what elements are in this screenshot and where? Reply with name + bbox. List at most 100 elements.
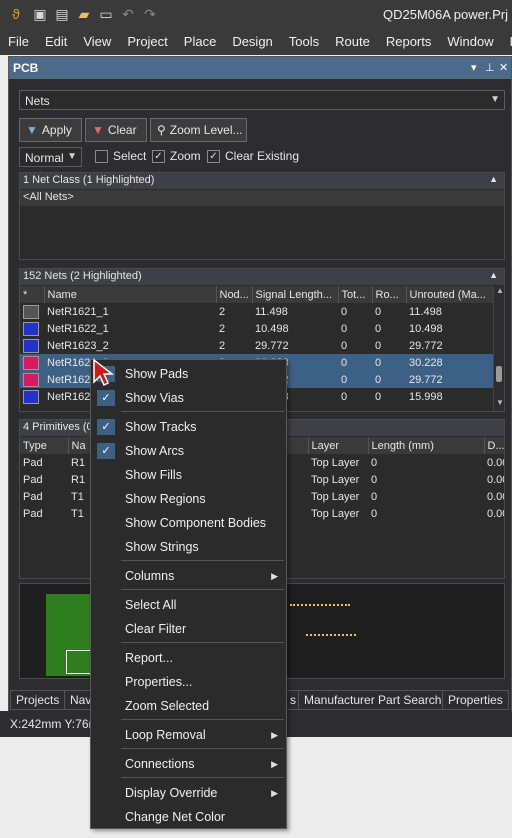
open-folder-icon[interactable]: ▰ bbox=[76, 6, 92, 22]
prim-length: 0 bbox=[371, 473, 378, 486]
zoom-checkbox[interactable]: ✓ Zoom bbox=[152, 149, 201, 163]
menu-item-connections[interactable]: Connections ▶ bbox=[91, 752, 286, 776]
chevron-down-icon: ▼ bbox=[490, 94, 500, 105]
col-total[interactable]: Tot... bbox=[338, 286, 373, 303]
open-document-icon[interactable]: ▭ bbox=[98, 6, 114, 22]
menu-item-show-regions[interactable]: Show Regions bbox=[91, 487, 286, 511]
menu-item-change-net-color[interactable]: Change Net Color bbox=[91, 805, 286, 829]
col-type[interactable]: Type bbox=[20, 437, 69, 454]
cursor-coordinates: X:242mm Y:76m bbox=[10, 717, 99, 731]
save-all-icon[interactable]: ▤ bbox=[54, 6, 70, 22]
panel-header: PCB ▾ ⊥ ✕ bbox=[9, 57, 511, 79]
net-color-cell bbox=[20, 354, 44, 371]
table-row[interactable]: NetR1621_1 2 11.498 0 0 11.498 bbox=[20, 303, 493, 320]
apply-button[interactable]: ▼ Apply bbox=[19, 118, 82, 142]
nets-header: 152 Nets (2 Highlighted) ▲ bbox=[20, 269, 504, 285]
menu-reports[interactable]: Reports bbox=[378, 28, 440, 55]
col-unrouted[interactable]: Unrouted (Ma... bbox=[406, 286, 493, 303]
menu-place[interactable]: Place bbox=[176, 28, 225, 55]
menu-item-label: Show Regions bbox=[125, 492, 206, 506]
clear-existing-checkbox[interactable]: ✓ Clear Existing bbox=[207, 149, 299, 163]
collapse-icon[interactable]: ▲ bbox=[489, 270, 498, 280]
menu-item-show-component-bodies[interactable]: Show Component Bodies bbox=[91, 511, 286, 535]
table-row[interactable]: NetR1623_2 2 29.772 0 0 29.772 bbox=[20, 337, 493, 354]
submenu-arrow-icon: ▶ bbox=[271, 759, 278, 769]
undo-icon[interactable]: ↶ bbox=[120, 6, 136, 22]
select-label: Select bbox=[113, 149, 147, 163]
board-traces bbox=[306, 634, 356, 637]
nets-scrollbar[interactable]: ▲ ▼ bbox=[493, 286, 504, 410]
net-class-item-label: <All Nets> bbox=[23, 191, 74, 203]
tab-projects[interactable]: Projects bbox=[10, 690, 66, 710]
menu-tools[interactable]: Tools bbox=[281, 28, 327, 55]
menu-view[interactable]: View bbox=[75, 28, 119, 55]
panel-menu-icon[interactable]: ▾ bbox=[471, 61, 477, 74]
menu-design[interactable]: Design bbox=[224, 28, 280, 55]
col-layer[interactable]: Layer bbox=[308, 437, 369, 454]
pin-icon[interactable]: ⊥ bbox=[485, 61, 495, 74]
menu-item-show-vias[interactable]: ✓ Show Vias bbox=[91, 386, 286, 410]
clear-filter-icon: ▼ bbox=[92, 123, 104, 137]
net-color-swatch[interactable] bbox=[23, 304, 39, 319]
menu-item-clear-filter[interactable]: Clear Filter bbox=[91, 617, 286, 641]
col-length[interactable]: Length (mm) bbox=[368, 437, 485, 454]
scroll-up-icon[interactable]: ▲ bbox=[496, 286, 504, 295]
menu-item-properties[interactable]: Properties... bbox=[91, 670, 286, 694]
net-signal: 29.772 bbox=[255, 339, 289, 352]
menu-item-label: Show Vias bbox=[125, 391, 184, 405]
net-color-swatch[interactable] bbox=[23, 372, 39, 387]
menu-item-show-tracks[interactable]: ✓ Show Tracks bbox=[91, 415, 286, 439]
scroll-down-icon[interactable]: ▼ bbox=[496, 398, 504, 407]
scroll-thumb[interactable] bbox=[496, 366, 502, 382]
select-checkbox[interactable]: Select bbox=[95, 149, 146, 163]
col-color[interactable]: * bbox=[20, 286, 45, 303]
col-name[interactable]: Name bbox=[44, 286, 217, 303]
menu-separator bbox=[121, 777, 284, 778]
menu-item-show-pads[interactable]: ✓ Show Pads bbox=[91, 362, 286, 386]
mask-mode-select[interactable]: Normal ▼ bbox=[19, 147, 82, 167]
menu-item-show-strings[interactable]: Show Strings bbox=[91, 535, 286, 559]
menu-item-label: Report... bbox=[125, 651, 173, 665]
menu-project[interactable]: Project bbox=[119, 28, 175, 55]
checkmark-icon: ✓ bbox=[97, 443, 115, 459]
net-tot: 0 bbox=[341, 390, 348, 403]
menu-item-columns[interactable]: Columns ▶ bbox=[91, 564, 286, 588]
menu-item-loop-removal[interactable]: Loop Removal ▶ bbox=[91, 723, 286, 747]
menu-item-label: Select All bbox=[125, 598, 177, 612]
col-routed[interactable]: Ro... bbox=[372, 286, 407, 303]
menu-route[interactable]: Route bbox=[327, 28, 378, 55]
mode-select[interactable]: Nets ▼ bbox=[19, 90, 505, 110]
prim-type: Pad bbox=[23, 473, 43, 486]
redo-icon[interactable]: ↷ bbox=[142, 6, 158, 22]
menu-item-display-override[interactable]: Display Override ▶ bbox=[91, 781, 286, 805]
menu-item-show-arcs[interactable]: ✓ Show Arcs bbox=[91, 439, 286, 463]
net-color-swatch[interactable] bbox=[23, 389, 39, 404]
net-class-item[interactable]: <All Nets> bbox=[20, 190, 504, 206]
col-nodes[interactable]: Nod... bbox=[216, 286, 253, 303]
net-color-cell bbox=[20, 388, 44, 405]
net-color-swatch[interactable] bbox=[23, 355, 39, 370]
col-signal-length[interactable]: Signal Length... bbox=[252, 286, 339, 303]
clear-button[interactable]: ▼ Clear bbox=[85, 118, 147, 142]
tab-properties[interactable]: Properties bbox=[442, 690, 509, 710]
context-menu: ✓ Show Pads ✓ Show Vias ✓ Show Tracks ✓ … bbox=[90, 359, 287, 829]
menu-separator bbox=[121, 411, 284, 412]
tab-manufacturer-part-search[interactable]: Manufacturer Part Search bbox=[298, 690, 448, 710]
menu-item-report[interactable]: Report... bbox=[91, 646, 286, 670]
menu-window[interactable]: Window bbox=[439, 28, 501, 55]
magnifier-icon: ⚲ bbox=[157, 123, 166, 137]
collapse-icon[interactable]: ▲ bbox=[489, 174, 498, 184]
net-color-swatch[interactable] bbox=[23, 338, 39, 353]
menu-edit[interactable]: Edit bbox=[37, 28, 75, 55]
zoom-level-button[interactable]: ⚲ Zoom Level... bbox=[150, 118, 247, 142]
menu-file[interactable]: File bbox=[0, 28, 37, 55]
net-color-swatch[interactable] bbox=[23, 321, 39, 336]
menu-item-show-fills[interactable]: Show Fills bbox=[91, 463, 286, 487]
table-row[interactable]: NetR1622_1 2 10.498 0 0 10.498 bbox=[20, 320, 493, 337]
menu-help[interactable]: Help bbox=[502, 28, 512, 55]
menu-item-select-all[interactable]: Select All bbox=[91, 593, 286, 617]
menu-item-zoom-selected[interactable]: Zoom Selected bbox=[91, 694, 286, 718]
col-d[interactable]: D... bbox=[484, 437, 504, 454]
save-icon[interactable]: ▣ bbox=[32, 6, 48, 22]
close-icon[interactable]: ✕ bbox=[499, 61, 508, 74]
